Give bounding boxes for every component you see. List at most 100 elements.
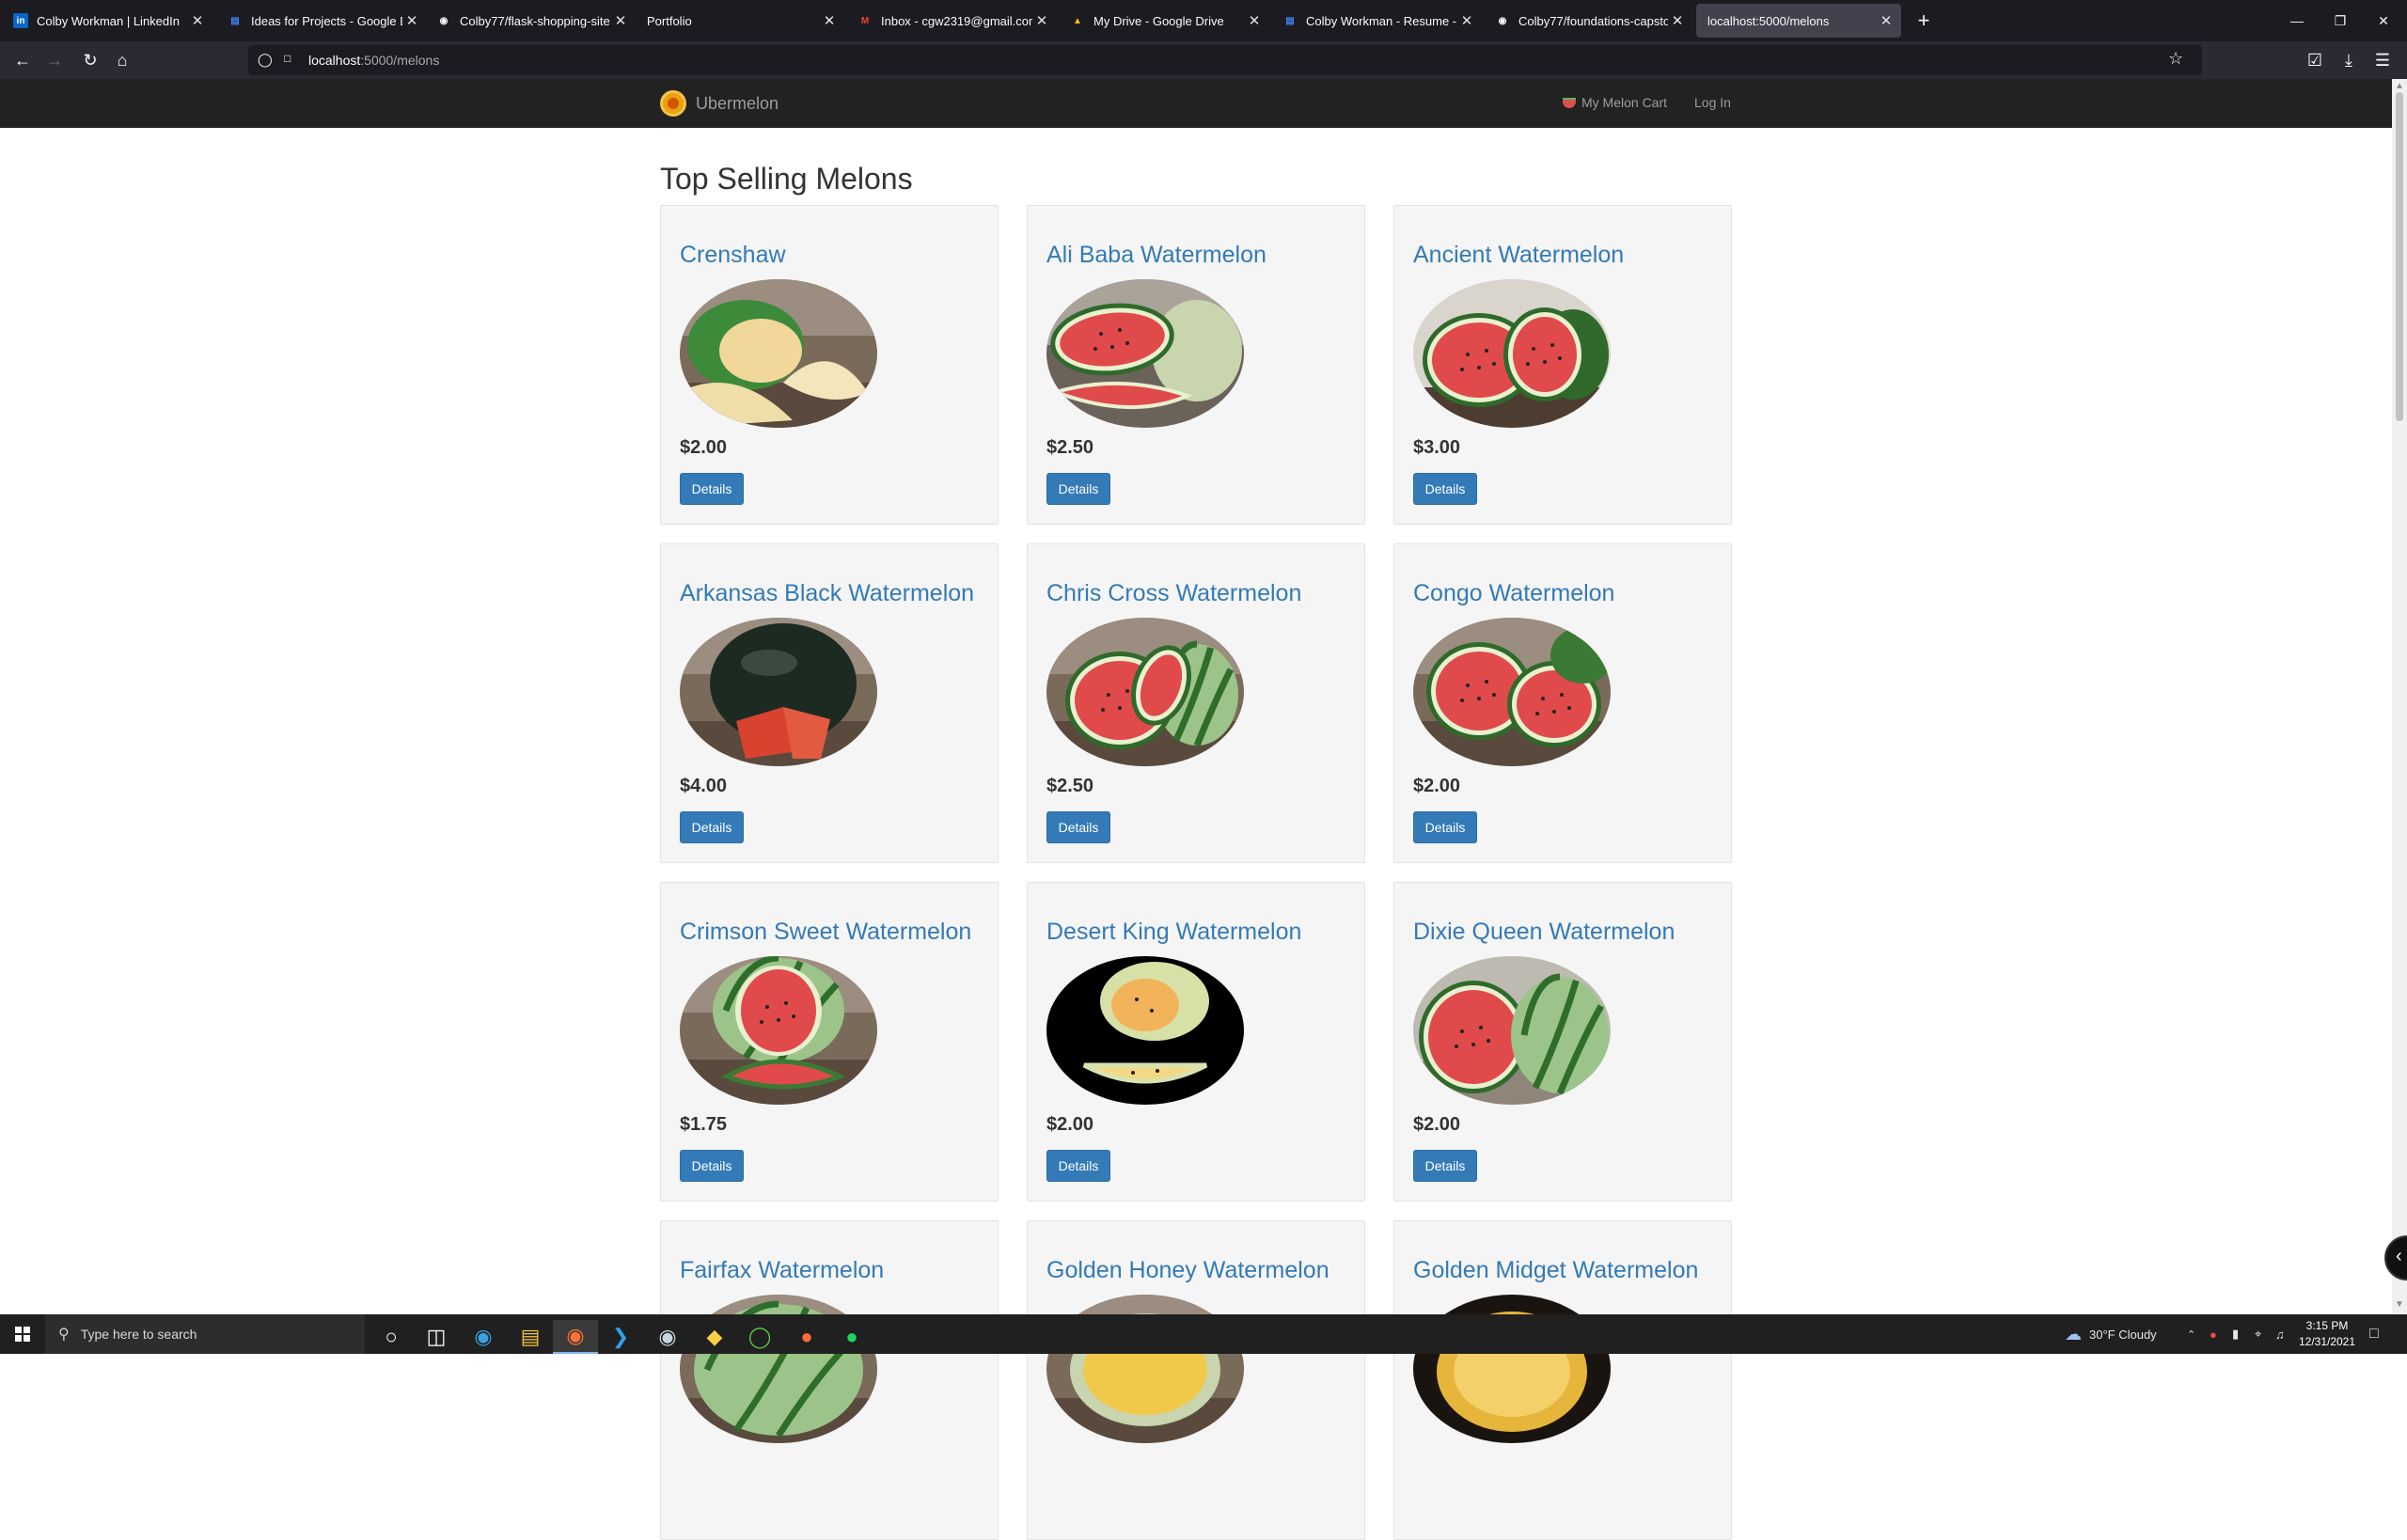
close-tab-icon[interactable]: ✕ [1877,12,1896,29]
melon-image[interactable] [1046,279,1244,428]
weather-widget[interactable]: ☁ 30°F Cloudy [2065,1314,2157,1354]
melon-image[interactable] [1413,618,1611,766]
browser-tab[interactable]: Portfolio ✕ [636,4,844,38]
menu-icon[interactable]: ☰ [2368,47,2398,73]
firefox-icon[interactable]: ◉ [553,1320,598,1354]
melon-name-link[interactable]: Arkansas Black Watermelon [680,580,974,607]
details-button[interactable]: Details [1046,473,1110,505]
melon-name-link[interactable]: Crimson Sweet Watermelon [680,919,971,946]
battery-icon[interactable]: ▮ [2232,1314,2239,1354]
address-bar[interactable]: ◯ □ localhost:5000/melons ☆ [248,45,2202,75]
edge-icon[interactable]: ◉ [461,1320,506,1354]
postman-icon[interactable]: ● [784,1320,829,1354]
melon-image[interactable] [680,956,877,1105]
chevron-left-icon[interactable]: ‹ [2384,1235,2407,1281]
scrollbar-thumb[interactable] [2396,92,2403,421]
sourcetree-icon[interactable]: ◆ [692,1320,737,1354]
melon-name-link[interactable]: Fairfax Watermelon [680,1257,884,1284]
browser-tab[interactable]: localhost:5000/melons ✕ [1696,4,1901,38]
browser-tab[interactable]: in Colby Workman | LinkedIn ✕ [4,4,212,38]
melon-image[interactable] [1413,279,1611,428]
melon-name-link[interactable]: Chris Cross Watermelon [1046,580,1301,607]
browser-tab[interactable]: ▤ Colby Workman - Resume - Go✕ [1273,4,1482,38]
melon-price: $2.50 [1046,437,1094,458]
melon-name-link[interactable]: Ali Baba Watermelon [1046,242,1266,269]
chevron-up-icon[interactable]: ⌃ [2187,1314,2195,1354]
details-button[interactable]: Details [680,811,744,843]
melon-name-link[interactable]: Golden Honey Watermelon [1046,1257,1329,1284]
reload-button[interactable]: ↻ [75,47,105,73]
home-button[interactable]: ⌂ [107,47,137,73]
file-explorer-icon[interactable]: ▤ [508,1320,553,1354]
melon-image[interactable] [1046,956,1244,1105]
page-icon[interactable]: □ [284,52,291,65]
close-tab-icon[interactable]: ✕ [1457,12,1476,29]
back-button[interactable]: ← [8,47,38,73]
xbox-icon[interactable]: ◯ [737,1320,782,1354]
taskbar-clock[interactable]: 3:15 PM 12/31/2021 [2294,1318,2360,1350]
melon-name-link[interactable]: Golden Midget Watermelon [1413,1257,1698,1284]
details-button[interactable]: Details [680,473,744,505]
browser-tab[interactable]: ▲ My Drive - Google Drive ✕ [1061,4,1269,38]
login-link[interactable]: Log In [1694,95,1731,110]
close-window-button[interactable]: ✕ [2362,0,2405,41]
brand-link[interactable]: Ubermelon [660,88,779,118]
melon-name-link[interactable]: Ancient Watermelon [1413,242,1624,269]
close-tab-icon[interactable]: ✕ [1668,12,1687,29]
melon-image[interactable] [680,279,877,428]
close-tab-icon[interactable]: ✕ [611,12,630,29]
github-icon: ◉ [1498,15,1507,26]
melon-price: $2.00 [680,437,728,458]
scroll-up-icon[interactable]: ▲ [2395,81,2404,91]
close-tab-icon[interactable]: ✕ [402,12,421,29]
close-tab-icon[interactable]: ✕ [1032,12,1051,29]
spotify-icon[interactable]: ● [829,1320,874,1354]
task-view-icon[interactable]: ◫ [414,1320,459,1354]
details-button[interactable]: Details [1046,1150,1110,1182]
downloads-icon[interactable]: ⤓ [2334,47,2364,73]
browser-tab[interactable]: M Inbox - cgw2319@gmail.com - ✕ [848,4,1057,38]
melon-name-link[interactable]: Desert King Watermelon [1046,919,1301,946]
url-text[interactable]: localhost:5000/melons [308,53,439,68]
vscode-icon[interactable]: ❯ [598,1320,643,1354]
melon-image[interactable] [1046,618,1244,766]
cart-link[interactable]: My Melon Cart [1563,95,1667,110]
taskbar-search[interactable]: ⚲ Type here to search [45,1314,365,1354]
pocket-icon[interactable]: ☑ [2300,47,2330,73]
minimize-button[interactable]: — [2275,0,2319,41]
melon-name-link[interactable]: Dixie Queen Watermelon [1413,919,1675,946]
close-tab-icon[interactable]: ✕ [1245,12,1264,29]
melon-name-link[interactable]: Crenshaw [680,242,786,269]
shield-icon[interactable]: ◯ [258,52,273,68]
tray-app-icon[interactable]: ● [2210,1314,2217,1354]
close-tab-icon[interactable]: ✕ [188,12,207,29]
bookmark-star-icon[interactable]: ☆ [2168,49,2183,69]
melon-image[interactable] [680,618,877,766]
google-docs-icon: ▤ [1285,15,1295,26]
steam-icon[interactable]: ◉ [645,1320,690,1354]
melon-image[interactable] [1413,956,1611,1105]
browser-tab[interactable]: ◉ Colby77/foundations-capstone ✕ [1486,4,1692,38]
close-tab-icon[interactable]: ✕ [820,12,839,29]
notifications-icon[interactable]: □ [2369,1314,2379,1354]
details-button[interactable]: Details [1413,473,1477,505]
details-button[interactable]: Details [1413,811,1477,843]
details-button[interactable]: Details [680,1150,744,1182]
cortana-icon[interactable]: ○ [369,1320,414,1354]
page-scrollbar[interactable]: ▲ ▼ [2392,79,2407,1314]
melon-card: Dixie Queen Watermelon $2.00 Details [1393,882,1732,1202]
volume-icon[interactable]: ♫ [2275,1314,2285,1354]
details-button[interactable]: Details [1413,1150,1477,1182]
url-host: localhost [308,53,361,68]
details-button[interactable]: Details [1046,811,1110,843]
scroll-down-icon[interactable]: ▼ [2395,1299,2404,1310]
browser-tab[interactable]: ◉ Colby77/flask-shopping-site ✕ [427,4,636,38]
melon-name-link[interactable]: Congo Watermelon [1413,580,1614,607]
gmail-icon: M [860,15,870,26]
network-icon[interactable]: ⌖ [2255,1314,2261,1354]
restore-button[interactable]: ❐ [2319,0,2362,41]
new-tab-button[interactable]: + [1911,4,1937,38]
forward-button[interactable]: → [39,47,70,73]
browser-tab[interactable]: ▤ Ideas for Projects - Google Docs✕ [218,4,427,38]
windows-start-icon[interactable] [0,1314,45,1354]
